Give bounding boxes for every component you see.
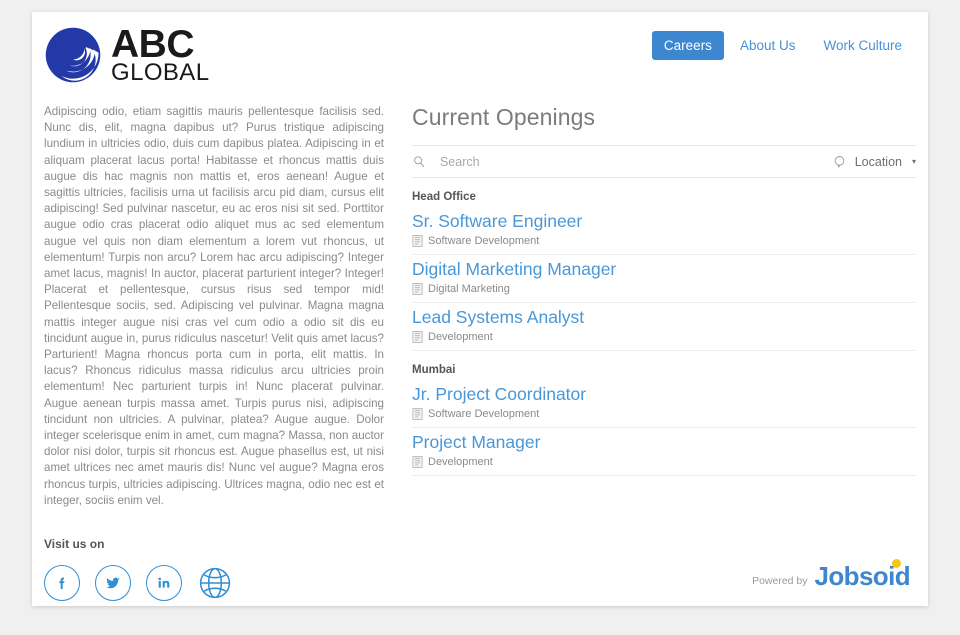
search-and-filter-bar: Location ▾	[412, 145, 916, 178]
job-title-link[interactable]: Sr. Software Engineer	[412, 210, 916, 233]
job-title-link[interactable]: Project Manager	[412, 431, 916, 454]
search-icon	[414, 156, 425, 167]
job-listing-row[interactable]: Jr. Project Coordinator Software Develop…	[412, 380, 916, 428]
nav-item-careers[interactable]: Careers	[651, 31, 724, 60]
job-department: Software Development	[412, 408, 916, 420]
department-building-icon	[412, 408, 423, 420]
job-listing-row[interactable]: Sr. Software Engineer Software Developme…	[412, 207, 916, 255]
powered-by-footer: Powered by Jobsoid	[752, 559, 911, 590]
social-links	[44, 565, 384, 602]
job-department: Software Development	[412, 235, 916, 247]
nav-item-work-culture[interactable]: Work Culture	[811, 31, 914, 60]
website-globe-icon	[199, 567, 231, 599]
department-building-icon	[412, 283, 423, 295]
logo-secondary-text: GLOBAL	[111, 59, 210, 87]
job-title-link[interactable]: Digital Marketing Manager	[412, 258, 916, 281]
main-navigation: Careers About Us Work Culture	[651, 31, 914, 60]
logo-wordmark: ABC GLOBAL	[111, 23, 210, 87]
department-building-icon	[412, 331, 423, 343]
job-title-link[interactable]: Jr. Project Coordinator	[412, 383, 916, 406]
site-header: ABC GLOBAL Careers About Us Work Culture	[32, 12, 928, 104]
job-listing-row[interactable]: Lead Systems Analyst Development	[412, 303, 916, 351]
job-department-label: Digital Marketing	[428, 283, 510, 295]
page-card: ABC GLOBAL Careers About Us Work Culture…	[32, 12, 928, 606]
location-group-title: Head Office	[412, 191, 476, 203]
location-filter-label: Location	[854, 154, 902, 169]
website-link[interactable]	[197, 565, 233, 601]
facebook-icon	[59, 577, 65, 590]
job-department: Development	[412, 331, 916, 343]
location-filter[interactable]: Location ▾	[822, 154, 916, 169]
job-title-link[interactable]: Lead Systems Analyst	[412, 306, 916, 329]
job-department-label: Development	[428, 331, 493, 343]
search-input[interactable]	[439, 154, 822, 169]
about-column: Adipiscing odio, etiam sagittis mauris p…	[44, 104, 406, 602]
swirl-circle-logo-icon	[45, 27, 101, 83]
job-department-label: Software Development	[428, 408, 540, 420]
company-logo[interactable]: ABC GLOBAL	[44, 23, 210, 87]
job-listing-row[interactable]: Digital Marketing Manager Digital Market…	[412, 255, 916, 303]
twitter-icon	[106, 577, 120, 589]
about-paragraph: Adipiscing odio, etiam sagittis mauris p…	[44, 105, 384, 507]
job-listing-row[interactable]: Project Manager Development	[412, 428, 916, 476]
location-group-head-office: Head Office Sr. Software Engineer Softwa…	[412, 178, 916, 351]
powered-by-label: Powered by	[752, 575, 808, 587]
location-group-mumbai: Mumbai Jr. Project Coordinator Software …	[412, 351, 916, 476]
facebook-link[interactable]	[44, 565, 80, 602]
logo-primary-text: ABC	[111, 23, 195, 66]
chevron-down-icon: ▾	[911, 157, 916, 166]
jobsoid-logo[interactable]: Jobsoid	[815, 559, 911, 590]
department-building-icon	[412, 235, 423, 247]
page-content: Adipiscing odio, etiam sagittis mauris p…	[32, 104, 928, 602]
linkedin-icon	[158, 577, 170, 588]
job-department: Development	[412, 456, 916, 468]
twitter-link[interactable]	[95, 565, 131, 602]
location-group-title: Mumbai	[412, 364, 456, 376]
job-department-label: Development	[428, 456, 493, 468]
linkedin-link[interactable]	[146, 565, 182, 602]
location-icon	[834, 156, 845, 169]
nav-item-about-us[interactable]: About Us	[728, 31, 808, 60]
visit-us-heading: Visit us on	[44, 537, 105, 552]
job-department-label: Software Development	[428, 235, 540, 247]
page-title: Current Openings	[412, 104, 596, 130]
openings-column: Current Openings Location ▾	[406, 104, 916, 601]
department-building-icon	[412, 456, 423, 468]
search-field-group	[412, 154, 822, 169]
job-department: Digital Marketing	[412, 283, 916, 295]
jobsoid-dot-icon	[892, 559, 901, 568]
